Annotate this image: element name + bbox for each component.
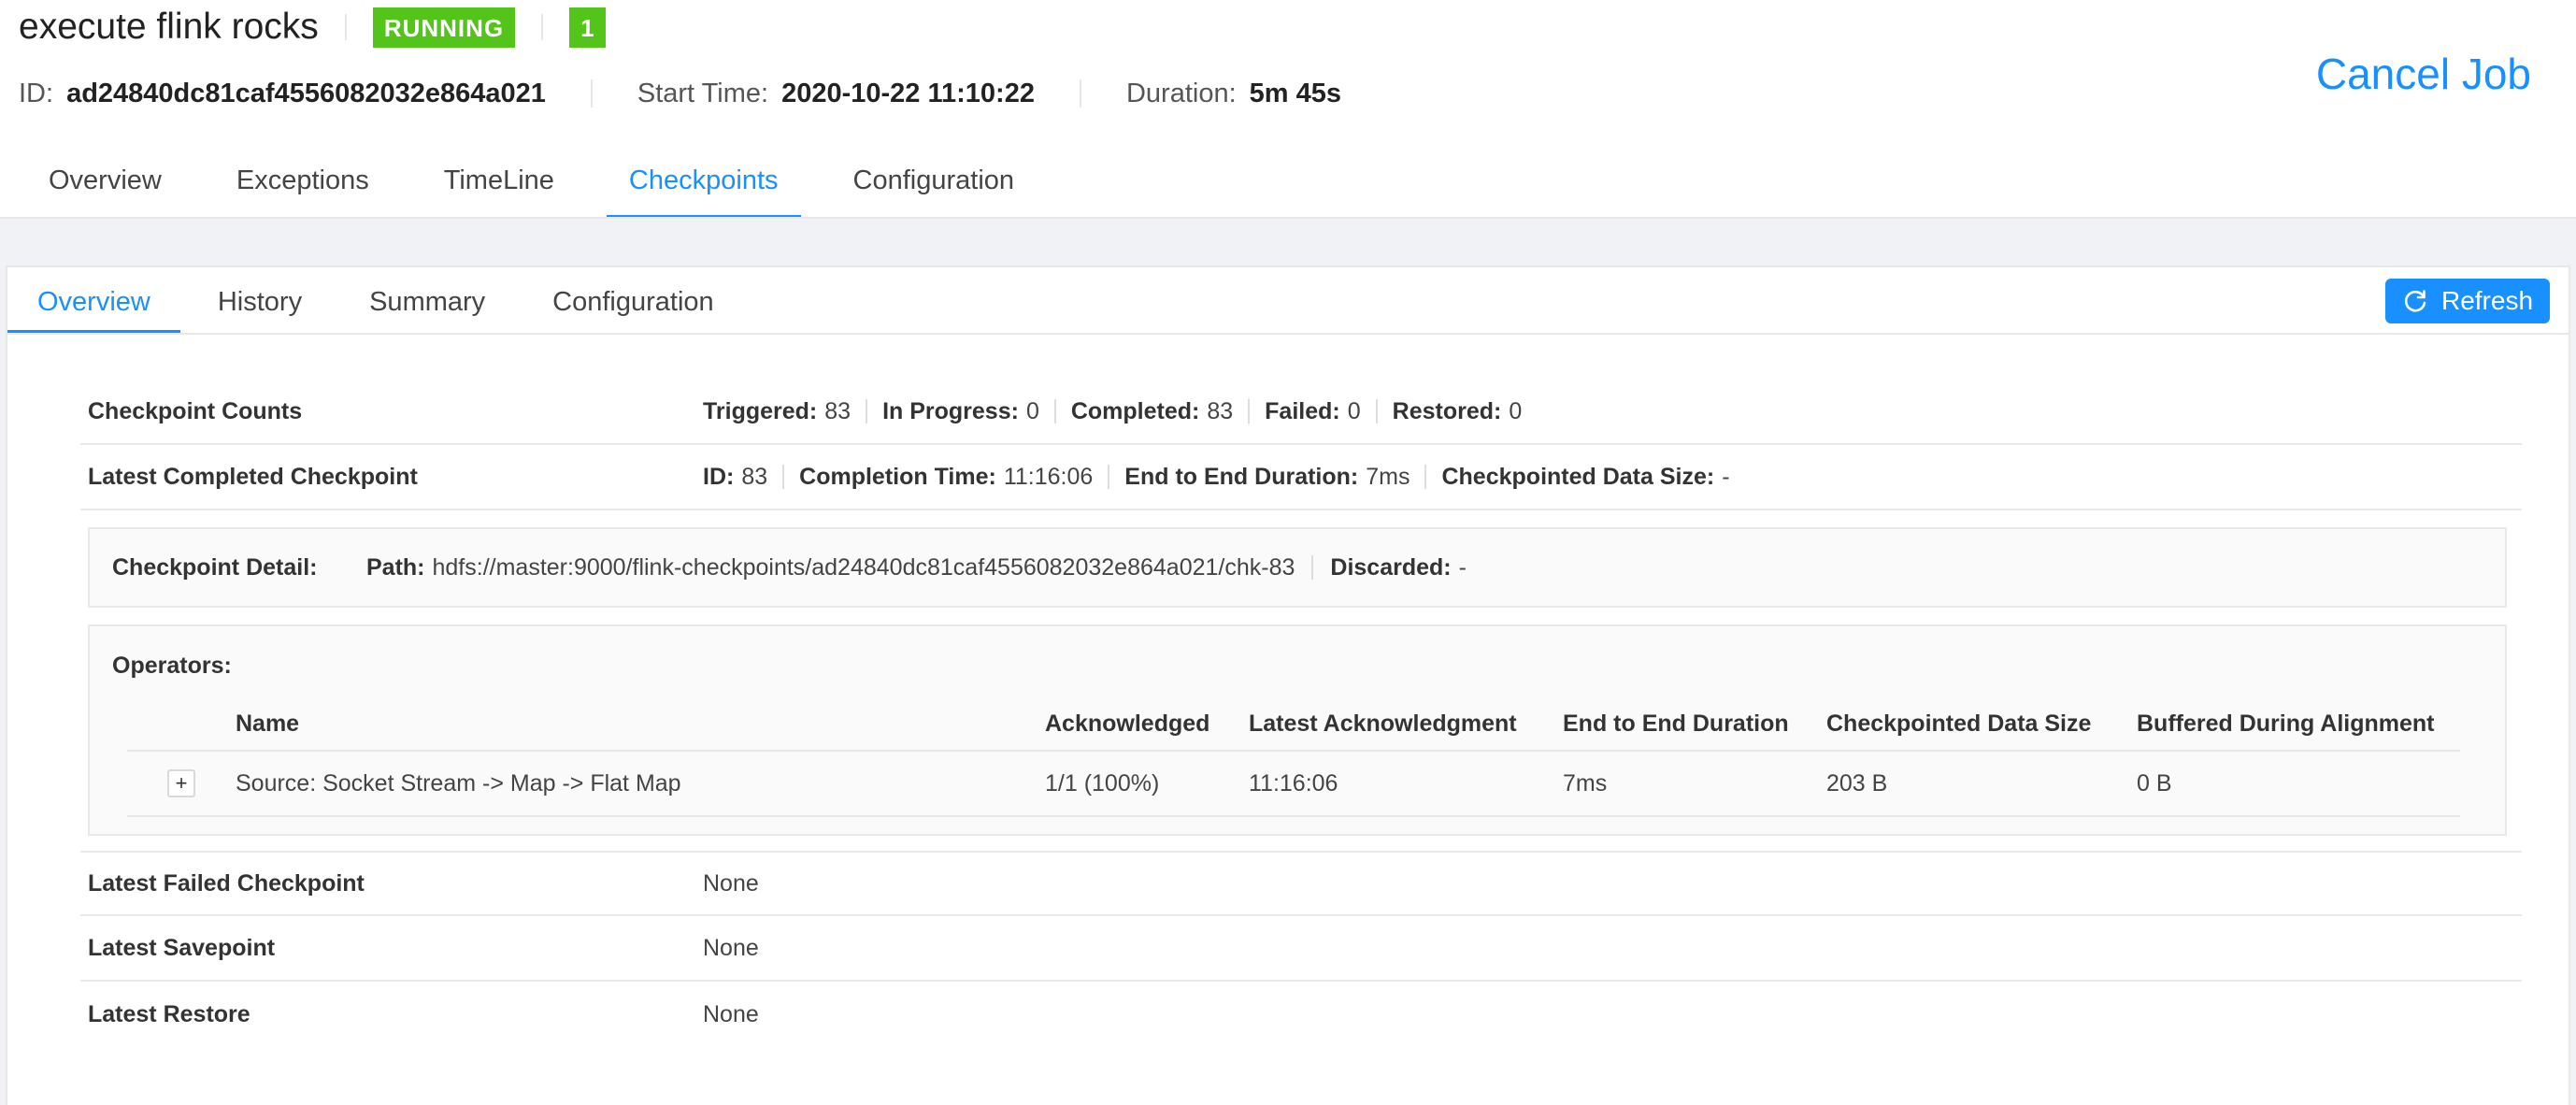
divider (1424, 465, 1427, 489)
expand-cell: + (127, 769, 236, 797)
job-id-value: ad24840dc81caf4556082032e864a021 (66, 78, 546, 108)
row-label: Checkpoint Counts (88, 397, 303, 424)
duration-label: Duration: (1125, 78, 1237, 108)
start-time-value: 2020-10-22 11:10:22 (781, 78, 1035, 108)
refresh-label: Refresh (2440, 286, 2534, 315)
operator-latest-ack: 11:16:06 (1249, 769, 1338, 796)
checkpoints-card: Overview History Summary Configuration R… (6, 265, 2570, 1105)
latest-completed-id: ID: 83 (703, 463, 768, 490)
completed-count: Completed: 83 (1070, 397, 1234, 424)
row-label: Latest Savepoint (88, 934, 276, 961)
table-row: + Source: Socket Stream -> Map -> Flat M… (127, 752, 2460, 817)
tab-exceptions[interactable]: Exceptions (214, 155, 392, 219)
duration-value: 5m 45s (1249, 78, 1341, 108)
operator-buffered: 0 B (2137, 769, 2172, 796)
restored-count: Restored: 0 (1392, 397, 1523, 424)
job-title: execute flink rocks (19, 7, 319, 47)
column-header: Buffered During Alignment (2137, 710, 2435, 737)
operators-title: Operators: (112, 653, 232, 679)
divider (782, 465, 785, 489)
checkpointed-data-size: Checkpointed Data Size: - (1441, 463, 1730, 490)
column-header: Latest Acknowledgment (1249, 710, 1517, 737)
tab-configuration[interactable]: Configuration (831, 155, 1038, 219)
checkpoint-summary-table: Checkpoint Counts Triggered: 83 In Progre… (80, 380, 2522, 1047)
column-header: Acknowledged (1045, 710, 1210, 737)
divider (866, 399, 868, 423)
title-row: execute flink rocks RUNNING 1 (19, 0, 606, 54)
subtab-configuration[interactable]: Configuration (522, 267, 744, 333)
latest-restore-row: Latest Restore None (80, 982, 2522, 1047)
operators-table-header: Name Acknowledged Latest Acknowledgment … (127, 697, 2460, 752)
latest-completed-row: Latest Completed Checkpoint ID: 83 Comple… (80, 445, 2522, 510)
main-tabs: Overview Exceptions TimeLine Checkpoints… (26, 155, 1066, 219)
latest-failed-row: Latest Failed Checkpoint None (80, 851, 2522, 916)
in-progress-count: In Progress: 0 (882, 397, 1039, 424)
column-header: Checkpointed Data Size (1826, 710, 2092, 737)
operator-acknowledged: 1/1 (100%) (1045, 769, 1160, 796)
divider (541, 14, 544, 40)
column-header: Name (236, 710, 300, 737)
operators-table: Name Acknowledged Latest Acknowledgment … (127, 697, 2460, 817)
divider (1311, 555, 1314, 580)
operator-data-size: 203 B (1826, 769, 1888, 796)
divider (1053, 399, 1056, 423)
sub-tabs-divider (7, 333, 2569, 335)
operator-e2e-duration: 7ms (1563, 769, 1608, 796)
operators-box: Operators: Name Acknowledged Latest Ackn… (88, 624, 2507, 836)
task-count-badge: 1 (569, 7, 606, 48)
start-time-label: Start Time: (637, 78, 769, 108)
status-badge: RUNNING (372, 7, 516, 48)
tab-timeline[interactable]: TimeLine (422, 155, 577, 219)
column-header: End to End Duration (1563, 710, 1789, 737)
row-value: None (703, 869, 759, 897)
divider (590, 79, 593, 108)
checkpoint-detail-label: Checkpoint Detail: (112, 553, 318, 581)
subtab-summary[interactable]: Summary (339, 267, 515, 333)
divider (1108, 465, 1110, 489)
divider (1375, 399, 1378, 423)
tab-checkpoints[interactable]: Checkpoints (606, 155, 801, 219)
row-label: Latest Failed Checkpoint (88, 869, 365, 897)
end-to-end-duration: End to End Duration: 7ms (1124, 463, 1410, 490)
checkpoint-counts-row: Checkpoint Counts Triggered: 83 In Progre… (80, 380, 2522, 445)
checkpoint-sub-tabs: Overview History Summary Configuration (7, 267, 751, 334)
row-label: Latest Completed Checkpoint (88, 463, 418, 490)
operator-name: Source: Socket Stream -> Map -> Flat Map (236, 769, 681, 796)
row-value: None (703, 1000, 759, 1027)
failed-count: Failed: 0 (1265, 397, 1361, 424)
checkpoint-discarded: Discarded: - (1330, 553, 1467, 581)
subtab-overview[interactable]: Overview (7, 267, 180, 334)
expand-row-button[interactable]: + (167, 769, 195, 797)
refresh-icon (2404, 290, 2426, 312)
divider (1079, 79, 1081, 108)
job-id-label: ID: (19, 78, 54, 108)
job-header: execute flink rocks RUNNING 1 ID: ad2484… (0, 0, 2576, 219)
tab-overview[interactable]: Overview (26, 155, 184, 219)
row-value: ID: 83 Completion Time: 11:16:06 End to En… (703, 464, 1730, 491)
row-value: Triggered: 83 In Progress: 0 Completed: 83 … (703, 398, 1522, 425)
refresh-button[interactable]: Refresh (2385, 279, 2550, 323)
job-meta-row: ID: ad24840dc81caf4556082032e864a021 Sta… (19, 71, 1341, 116)
checkpoint-path: Path: hdfs://master:9000/flink-checkpoint… (366, 553, 1295, 581)
completion-time: Completion Time: 11:16:06 (799, 463, 1094, 490)
latest-savepoint-row: Latest Savepoint None (80, 916, 2522, 982)
divider (1248, 399, 1251, 423)
divider (344, 14, 347, 40)
cancel-job-link[interactable]: Cancel Job (2316, 49, 2531, 99)
subtab-history[interactable]: History (188, 267, 332, 333)
triggered-count: Triggered: 83 (703, 397, 852, 424)
row-label: Latest Restore (88, 1000, 250, 1027)
row-value: None (703, 934, 759, 961)
checkpoint-detail-box: Checkpoint Detail: Path: hdfs://master:90… (88, 527, 2507, 608)
